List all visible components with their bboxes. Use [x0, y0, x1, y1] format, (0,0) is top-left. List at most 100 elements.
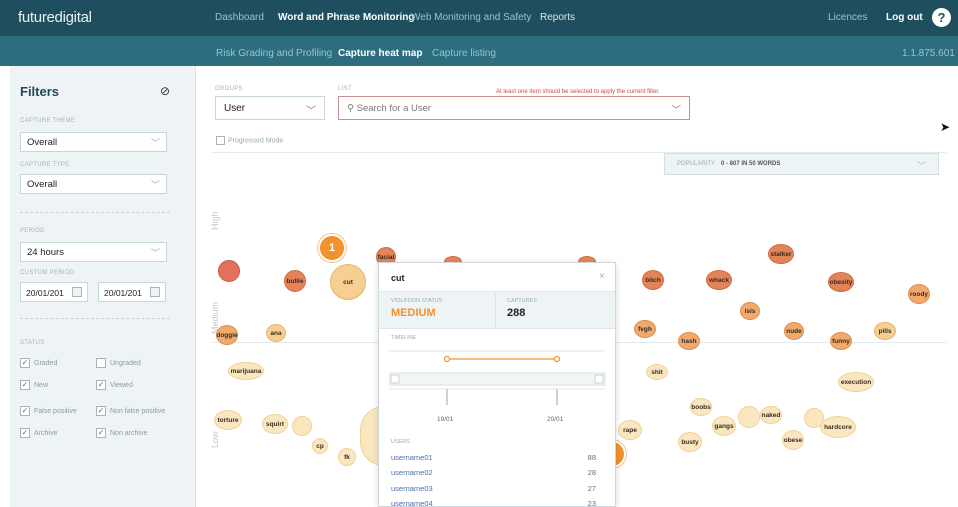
user-row[interactable]: username02 28 — [391, 468, 596, 477]
checkbox-checked-icon[interactable]: ✓ — [20, 380, 30, 390]
status-graded-checkbox[interactable]: ✓ Graded — [20, 358, 57, 368]
checkbox-unchecked-icon[interactable] — [96, 358, 106, 368]
capture-theme-label: CAPTURE THEME — [20, 118, 76, 124]
status-new-checkbox[interactable]: ✓ New — [20, 380, 48, 390]
checkbox-checked-icon[interactable]: ✓ — [20, 428, 30, 438]
checkbox-checked-icon[interactable]: ✓ — [96, 428, 106, 438]
status-label: STATUS — [20, 340, 45, 346]
checkbox-checked-icon[interactable]: ✓ — [96, 406, 106, 416]
heatmap-bubble[interactable]: boobs — [690, 398, 712, 416]
filters-title: Filters — [20, 84, 60, 99]
user-name-link[interactable]: username04 — [391, 499, 433, 507]
calendar-icon[interactable] — [150, 287, 160, 297]
heatmap-bubble[interactable]: stalker — [768, 244, 794, 264]
calendar-icon[interactable] — [72, 287, 82, 297]
popularity-select[interactable]: POPULARITY 0 - 807 IN 50 WORDS ﹀ — [664, 153, 939, 175]
chevron-down-icon: ﹀ — [150, 180, 160, 190]
heatmap-bubble[interactable]: marijuana — [228, 362, 264, 380]
logout-link[interactable]: Log out — [886, 12, 923, 23]
checkbox-unchecked-icon[interactable] — [216, 136, 225, 145]
nav-reports[interactable]: Reports — [540, 12, 575, 23]
date-from-field[interactable]: 20/01/201 — [20, 282, 88, 302]
status-graded-label: Graded — [34, 359, 58, 367]
heatmap-bubble[interactable]: squirt — [262, 414, 288, 434]
heatmap-bubble[interactable]: fk — [338, 448, 356, 466]
heatmap-bubble[interactable]: gangs — [712, 416, 736, 436]
heatmap-bubble[interactable]: fvgh — [634, 320, 656, 338]
heatmap-bubble[interactable]: obesity — [828, 272, 854, 292]
heatmap-bubble[interactable]: rape — [618, 420, 642, 440]
timeline-point[interactable] — [553, 355, 561, 363]
period-select[interactable]: 24 hours ﹀ — [20, 242, 167, 262]
timeline-chart[interactable] — [389, 345, 607, 415]
heatmap-bubble[interactable]: hash — [678, 332, 700, 350]
heatmap-bubble[interactable]: obese — [782, 430, 804, 450]
heatmap-bubble[interactable]: bitch — [642, 270, 664, 290]
heatmap-bubble[interactable]: busty — [678, 432, 702, 452]
heatmap-bubble[interactable]: ana — [266, 324, 286, 342]
subnav-capture-heat-map[interactable]: Capture heat map — [338, 48, 422, 59]
checkbox-checked-icon[interactable]: ✓ — [20, 358, 30, 368]
heatmap-bubble[interactable]: doggie — [216, 325, 238, 345]
status-viewed-checkbox[interactable]: ✓ Viewed — [96, 380, 133, 390]
nav-dashboard[interactable]: Dashboard — [215, 12, 264, 23]
heatmap-bubble[interactable]: whack — [706, 270, 732, 290]
heatmap-bubble[interactable] — [218, 260, 240, 282]
heatmap-bubble[interactable]: isis — [740, 302, 760, 320]
status-non-archive-checkbox[interactable]: ✓ Non archive — [96, 428, 147, 438]
heatmap-bubble[interactable]: execution — [838, 372, 874, 392]
user-row[interactable]: username01 88 — [391, 453, 596, 462]
divider — [20, 212, 170, 213]
user-row[interactable]: username03 27 — [391, 484, 596, 493]
heatmap-bubble[interactable]: cp — [312, 438, 328, 454]
capture-type-value: Overall — [27, 179, 58, 190]
status-ungraded-checkbox[interactable]: Ungraded — [96, 358, 141, 368]
subnav-capture-listing[interactable]: Capture listing — [432, 48, 496, 59]
heatmap-bubble[interactable]: naked — [760, 406, 782, 424]
heatmap-bubble[interactable]: hardcore — [820, 416, 856, 438]
violation-status-value: MEDIUM — [391, 307, 436, 319]
close-icon[interactable]: × — [599, 271, 605, 282]
progressed-mode-checkbox[interactable]: Progressed Mode — [216, 136, 283, 145]
heatmap-bubble[interactable]: nude — [784, 322, 804, 340]
date-to-field[interactable]: 20/01/201 — [98, 282, 166, 302]
checkbox-checked-icon[interactable]: ✓ — [20, 406, 30, 416]
status-non-false-positive-checkbox[interactable]: ✓ Non false positive — [96, 406, 165, 416]
nav-web-monitoring[interactable]: Web Monitoring and Safety — [411, 12, 531, 23]
heatmap-bubble[interactable] — [292, 416, 312, 436]
user-row[interactable]: username04 23 — [391, 499, 596, 507]
heatmap-bubble[interactable]: torture — [214, 410, 242, 430]
app-logo[interactable]: futuredigital — [18, 9, 92, 26]
heatmap-bubble[interactable] — [738, 406, 760, 428]
range-handle-left[interactable] — [390, 374, 400, 384]
groups-select[interactable]: User ﹀ — [215, 96, 325, 120]
user-search-input[interactable]: ⚲ Search for a User ﹀ — [338, 96, 690, 120]
user-name-link[interactable]: username03 — [391, 484, 433, 493]
clear-filters-icon[interactable]: ⊘ — [160, 84, 170, 98]
heatmap-bubble[interactable]: funny — [830, 332, 852, 350]
nav-word-phrase-monitoring[interactable]: Word and Phrase Monitoring — [278, 12, 414, 23]
range-handle-right[interactable] — [594, 374, 604, 384]
heatmap-bubble[interactable]: pills — [874, 322, 896, 340]
chevron-down-icon: ﹀ — [150, 138, 160, 148]
subnav-risk-grading[interactable]: Risk Grading and Profiling — [216, 48, 332, 59]
heatmap-bubble[interactable]: shit — [646, 364, 668, 380]
chevron-down-icon: ﹀ — [306, 106, 316, 117]
captures-value: 288 — [507, 307, 526, 319]
heatmap-bubble[interactable]: bullie — [284, 270, 306, 292]
capture-theme-select[interactable]: Overall ﹀ — [20, 132, 167, 152]
heatmap-bubble[interactable]: roody — [908, 284, 930, 304]
status-archive-checkbox[interactable]: ✓ Archive — [20, 428, 57, 438]
status-false-positive-checkbox[interactable]: ✓ False positive — [20, 406, 77, 416]
status-non-archive-label: Non archive — [110, 429, 148, 437]
timeline-range-slider[interactable] — [389, 372, 606, 386]
user-name-link[interactable]: username01 — [391, 453, 433, 462]
help-icon[interactable]: ? — [932, 8, 951, 27]
nav-licences[interactable]: Licences — [828, 12, 867, 23]
checkbox-checked-icon[interactable]: ✓ — [96, 380, 106, 390]
heatmap-bubble[interactable] — [804, 408, 824, 428]
capture-type-select[interactable]: Overall ﹀ — [20, 174, 167, 194]
heatmap-bubble[interactable]: cut — [330, 264, 366, 300]
user-name-link[interactable]: username02 — [391, 468, 433, 477]
timeline-point[interactable] — [443, 355, 451, 363]
